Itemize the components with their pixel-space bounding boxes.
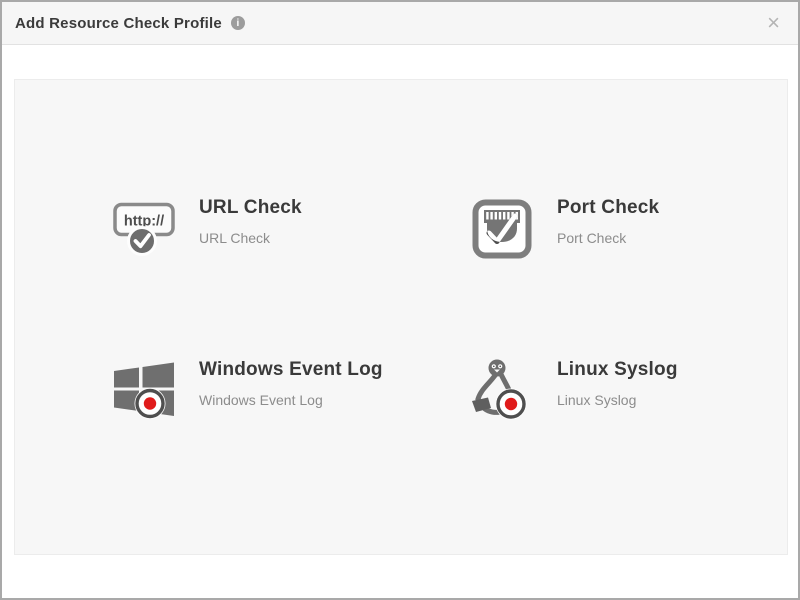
option-text: Windows Event Log Windows Event Log bbox=[199, 358, 383, 408]
check-type-panel: http:// URL Check URL Check bbox=[14, 79, 788, 555]
info-icon[interactable]: i bbox=[231, 16, 245, 30]
option-title: URL Check bbox=[199, 197, 302, 219]
option-text: Port Check Port Check bbox=[557, 196, 659, 246]
option-subtitle: URL Check bbox=[199, 230, 302, 246]
add-resource-check-profile-dialog: Add Resource Check Profile i × http:// U… bbox=[0, 0, 800, 600]
option-port-check[interactable]: Port Check Port Check bbox=[469, 196, 800, 259]
port-check-icon bbox=[469, 196, 535, 259]
option-title: Linux Syslog bbox=[557, 359, 678, 381]
option-subtitle: Linux Syslog bbox=[557, 392, 678, 408]
url-check-icon: http:// bbox=[111, 196, 177, 259]
option-title: Port Check bbox=[557, 197, 659, 219]
option-subtitle: Windows Event Log bbox=[199, 392, 383, 408]
windows-logo-record-icon bbox=[111, 358, 177, 421]
tux-penguin-record-icon bbox=[469, 358, 535, 421]
close-icon[interactable]: × bbox=[765, 10, 782, 36]
dialog-header: Add Resource Check Profile i × bbox=[2, 2, 798, 45]
option-text: URL Check URL Check bbox=[199, 196, 302, 246]
option-windows-event-log[interactable]: Windows Event Log Windows Event Log bbox=[111, 358, 469, 421]
option-title: Windows Event Log bbox=[199, 359, 383, 381]
option-linux-syslog[interactable]: Linux Syslog Linux Syslog bbox=[469, 358, 800, 421]
option-text: Linux Syslog Linux Syslog bbox=[557, 358, 678, 408]
option-url-check[interactable]: http:// URL Check URL Check bbox=[111, 196, 469, 259]
option-subtitle: Port Check bbox=[557, 230, 659, 246]
page-title: Add Resource Check Profile bbox=[15, 15, 222, 32]
check-type-grid: http:// URL Check URL Check bbox=[111, 196, 800, 421]
